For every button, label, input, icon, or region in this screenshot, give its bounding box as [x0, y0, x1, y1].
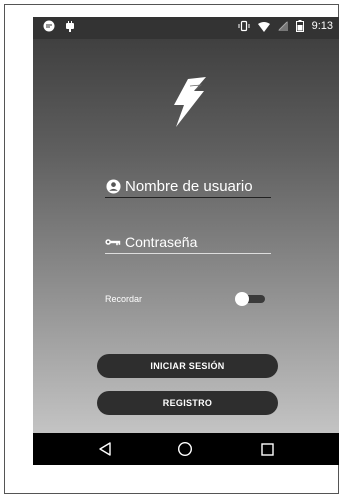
battery-icon	[295, 20, 304, 32]
login-button[interactable]: INICIAR SESIÓN	[97, 354, 278, 378]
password-field[interactable]	[105, 231, 271, 254]
signal-icon	[277, 21, 288, 31]
recents-icon[interactable]	[261, 443, 274, 461]
password-input[interactable]	[125, 234, 265, 250]
user-icon	[105, 178, 121, 194]
home-icon[interactable]	[177, 441, 193, 462]
register-button[interactable]: REGISTRO	[97, 391, 278, 415]
status-bar: 9:13	[33, 17, 339, 39]
remember-toggle[interactable]	[235, 292, 267, 306]
message-icon	[43, 20, 55, 32]
key-icon	[105, 234, 121, 250]
username-field[interactable]	[105, 175, 271, 198]
phone-screen: 9:13 Recordar INICIAR SESIÓN REGISTRO	[33, 17, 339, 465]
wifi-icon	[257, 21, 270, 32]
navigation-bar	[33, 433, 339, 465]
clock: 9:13	[311, 20, 333, 32]
remember-label: Recordar	[105, 294, 143, 304]
toggle-thumb	[235, 292, 249, 306]
lightning-logo-icon	[166, 77, 210, 127]
back-icon[interactable]	[98, 442, 112, 461]
android-icon	[65, 20, 75, 32]
vibrate-icon	[238, 20, 250, 32]
username-input[interactable]	[125, 177, 265, 195]
